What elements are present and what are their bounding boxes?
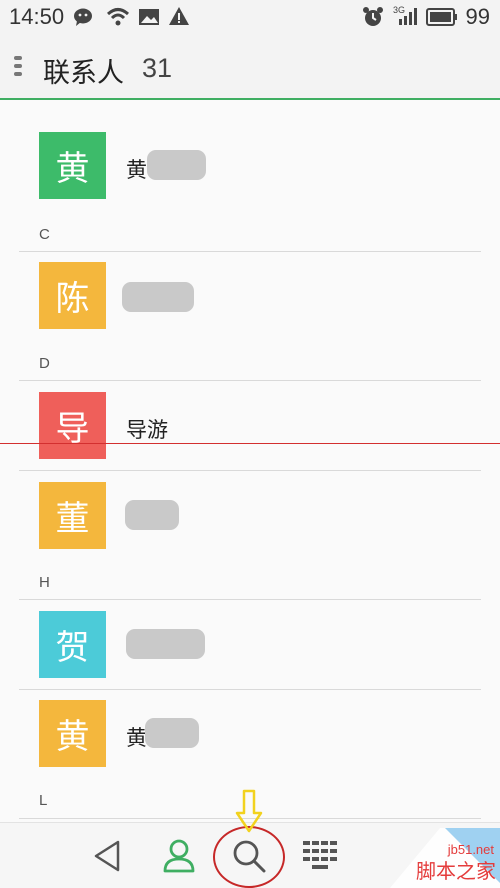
menu-icon[interactable] bbox=[14, 56, 22, 80]
wifi-icon bbox=[106, 8, 130, 26]
contact-row[interactable]: 黄 黄 bbox=[0, 700, 500, 790]
contact-name: 黄 bbox=[126, 158, 147, 182]
redacted-name bbox=[126, 629, 205, 659]
battery-level: 99 bbox=[465, 4, 490, 29]
signal-icon: 3G bbox=[393, 5, 417, 25]
contact-avatar: 董 bbox=[39, 482, 106, 549]
contacts-icon[interactable] bbox=[162, 837, 196, 875]
contact-row[interactable]: 导 导游 bbox=[0, 392, 500, 482]
app-header: 联系人 31 bbox=[0, 34, 500, 100]
contact-row[interactable]: 黄 黄 bbox=[0, 132, 500, 222]
wechat-icon bbox=[74, 8, 92, 26]
contact-name: 黄 bbox=[126, 726, 147, 750]
contact-avatar: 黄 bbox=[39, 132, 106, 199]
contact-row[interactable]: 贺 bbox=[0, 611, 500, 701]
dialpad-icon[interactable] bbox=[303, 841, 337, 871]
status-bar: 14:50 3G 99 bbox=[0, 0, 500, 34]
contact-avatar: 贺 bbox=[39, 611, 106, 678]
annotation-arrow-icon bbox=[235, 789, 263, 833]
contact-row[interactable]: 陈 bbox=[0, 262, 500, 352]
back-icon[interactable] bbox=[92, 839, 122, 873]
section-header-l: L bbox=[39, 792, 48, 809]
page-title: 联系人 bbox=[43, 58, 124, 89]
contact-avatar: 黄 bbox=[39, 700, 106, 767]
row-divider bbox=[19, 470, 481, 471]
redacted-name bbox=[147, 150, 206, 180]
row-divider bbox=[19, 689, 481, 690]
annotation-circle bbox=[213, 826, 285, 888]
network-type: 3G bbox=[393, 5, 405, 15]
redacted-name bbox=[122, 282, 194, 312]
section-header-c: C bbox=[39, 226, 50, 243]
section-divider bbox=[19, 251, 481, 252]
image-icon bbox=[139, 9, 159, 25]
section-header-d: D bbox=[39, 355, 50, 372]
contact-name: 导游 bbox=[126, 418, 168, 442]
watermark: jb51.net 脚本之家 bbox=[370, 828, 500, 888]
annotation-line bbox=[0, 443, 500, 444]
contact-count: 31 bbox=[142, 53, 173, 83]
status-time: 14:50 bbox=[9, 4, 65, 29]
battery-icon bbox=[426, 8, 457, 26]
section-divider bbox=[19, 380, 481, 381]
contact-row[interactable]: 董 bbox=[0, 482, 500, 572]
alarm-icon bbox=[363, 7, 383, 26]
contact-avatar: 导 bbox=[39, 392, 106, 459]
section-divider bbox=[19, 599, 481, 600]
section-header-h: H bbox=[39, 574, 50, 591]
watermark-text: 脚本之家 bbox=[416, 859, 496, 883]
contact-avatar: 陈 bbox=[39, 262, 106, 329]
redacted-name bbox=[145, 718, 199, 748]
warning-icon bbox=[169, 7, 189, 25]
redacted-name bbox=[125, 500, 179, 530]
